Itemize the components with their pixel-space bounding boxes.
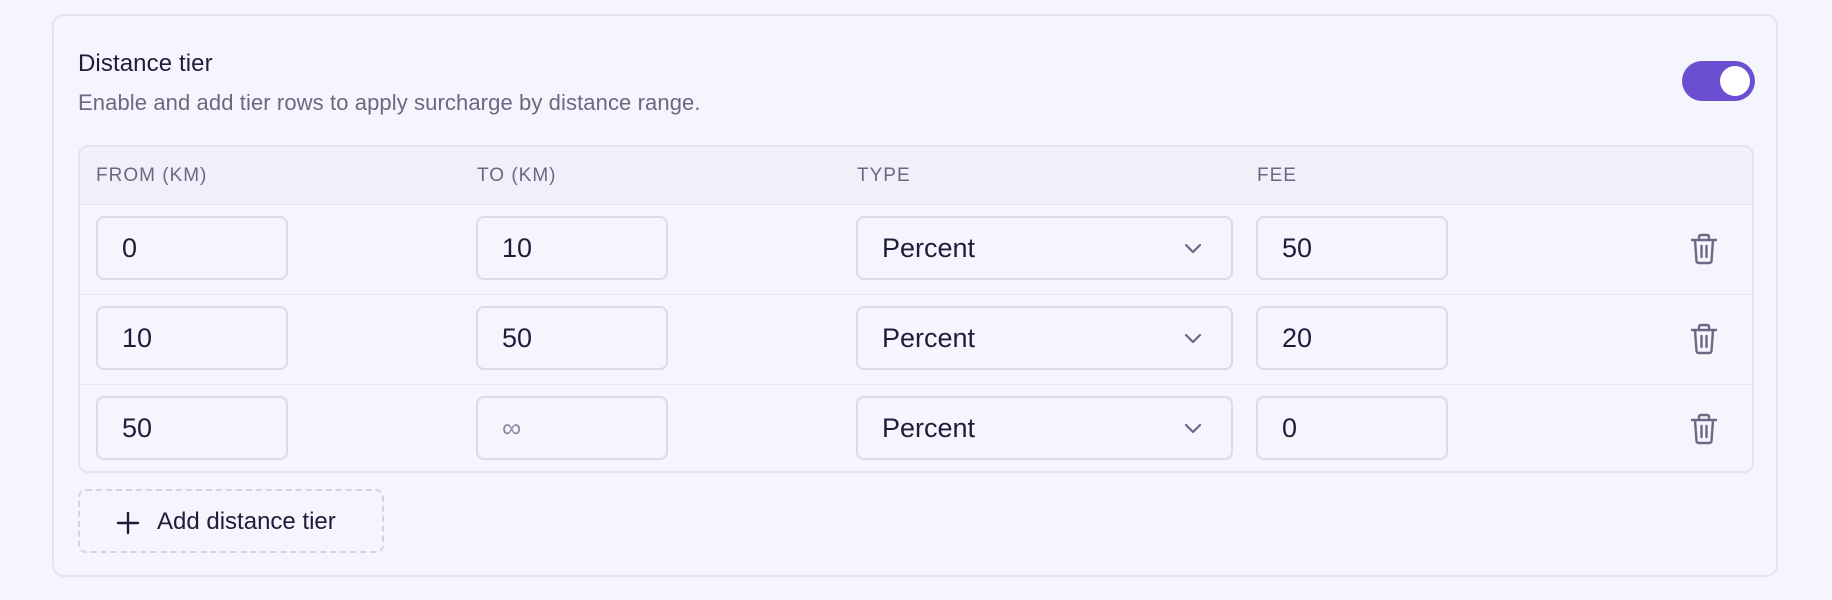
from-input[interactable]: 10 [96, 306, 288, 370]
plus-icon [116, 511, 140, 535]
from-input[interactable]: 0 [96, 216, 288, 280]
trash-icon[interactable] [1688, 322, 1720, 356]
type-select[interactable]: Percent [856, 306, 1233, 370]
type-select-value: Percent [882, 323, 976, 353]
fee-input[interactable]: 0 [1256, 396, 1448, 460]
table-row: 10 50 Percent 20 [80, 294, 1752, 385]
add-distance-tier-button[interactable]: Add distance tier [78, 489, 384, 553]
table-row: 50 ∞ Percent 0 [80, 384, 1752, 471]
table-header: FROM (KM) TO (KM) TYPE FEE [80, 147, 1752, 205]
trash-icon[interactable] [1688, 412, 1720, 446]
table-row: 0 10 Percent 50 [80, 204, 1752, 295]
header-fee: FEE [1257, 165, 1297, 186]
from-input[interactable]: 50 [96, 396, 288, 460]
header-type: TYPE [857, 165, 911, 186]
type-select-value: Percent [882, 233, 976, 263]
distance-tier-toggle[interactable] [1682, 61, 1755, 101]
to-input[interactable]: 50 [476, 306, 668, 370]
type-select-value: Percent [882, 413, 976, 443]
chevron-down-icon [1184, 333, 1202, 344]
section-description: Enable and add tier rows to apply surcha… [78, 90, 701, 115]
chevron-down-icon [1184, 423, 1202, 434]
header-from: FROM (KM) [96, 165, 208, 186]
to-input[interactable]: ∞ [476, 396, 668, 460]
type-select[interactable]: Percent [856, 396, 1233, 460]
header-to: TO (KM) [477, 165, 557, 186]
trash-icon[interactable] [1688, 232, 1720, 266]
toggle-knob [1720, 66, 1750, 96]
chevron-down-icon [1184, 243, 1202, 254]
section-title: Distance tier [78, 50, 213, 77]
tier-table: FROM (KM) TO (KM) TYPE FEE 0 10 Percent … [78, 145, 1754, 473]
add-button-label: Add distance tier [157, 508, 336, 535]
fee-input[interactable]: 20 [1256, 306, 1448, 370]
fee-input[interactable]: 50 [1256, 216, 1448, 280]
to-input[interactable]: 10 [476, 216, 668, 280]
type-select[interactable]: Percent [856, 216, 1233, 280]
